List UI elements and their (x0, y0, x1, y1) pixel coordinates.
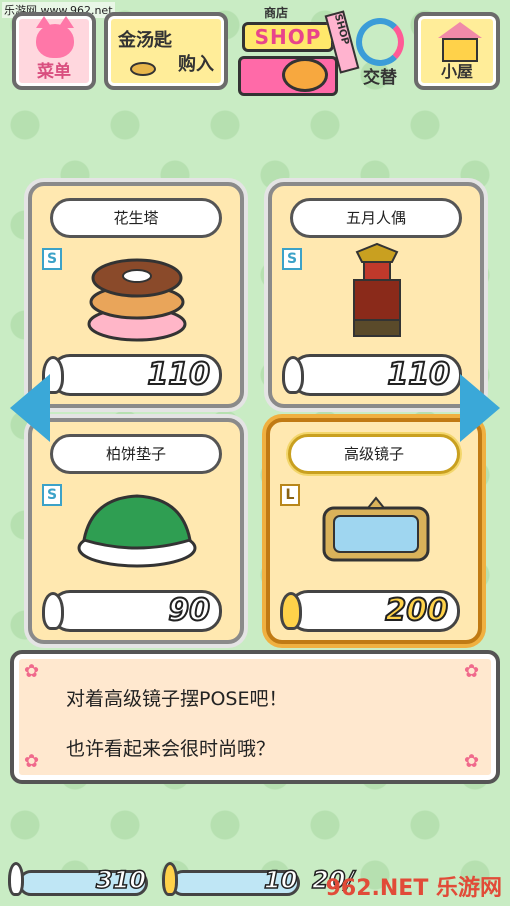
fancy-mirror-icon (322, 496, 430, 562)
shop-item-card[interactable]: 五月人偶 S 110 (268, 182, 484, 408)
item-name: 五月人偶 (290, 198, 462, 238)
menu-button[interactable]: 菜单 (12, 12, 96, 90)
shop-button[interactable]: 商店 SHOP SHOP (232, 2, 360, 98)
swap-arrows-icon (356, 18, 404, 66)
size-badge: S (42, 248, 62, 270)
paw-icon: ✿ (24, 661, 40, 682)
donut-tower-icon (87, 258, 187, 342)
size-badge: L (280, 484, 300, 506)
item-name: 柏饼垫子 (50, 434, 222, 474)
item-name: 高级镜子 (288, 434, 460, 474)
size-badge: S (42, 484, 62, 506)
silver-spoon-icon (8, 862, 24, 896)
paw-icon: ✿ (464, 751, 480, 772)
next-page-arrow-icon[interactable] (460, 374, 500, 442)
cat-face-icon (36, 16, 74, 58)
shop-item-card[interactable]: 柏饼垫子 S 90 (28, 418, 244, 644)
hamster-icon (282, 58, 328, 92)
gold-spoon-icon (280, 592, 302, 630)
bottom-bar: 310 10 20/ 962.NET 乐游网 (0, 856, 510, 906)
previous-page-arrow-icon[interactable] (10, 374, 50, 442)
gold-spoon-count: 10 (263, 865, 298, 895)
top-bar: 菜单 金汤匙 购入 商店 SHOP SHOP 交替 小屋 (0, 0, 510, 100)
gold-spoon-icon (130, 62, 156, 76)
shop-item-card[interactable]: 花生塔 S 110 (28, 182, 244, 408)
house-button[interactable]: 小屋 (414, 12, 500, 90)
shop-item-card-selected[interactable]: 高级镜子 L 200 (266, 418, 482, 644)
message-line-1: 对着高级镜子摆POSE吧！ (66, 688, 288, 710)
shop-small-label: 商店 (264, 6, 289, 20)
silver-spoon-icon (42, 592, 64, 630)
paw-icon: ✿ (464, 661, 480, 682)
gold-spoon-icon (162, 862, 178, 896)
house-label: 小屋 (440, 62, 473, 81)
watermark-bottom: 962.NET 乐游网 (325, 876, 502, 901)
silver-spoon-icon (282, 356, 304, 394)
house-roof-icon (438, 22, 482, 38)
switch-button[interactable]: 交替 (352, 14, 408, 94)
gold-spoon-buy-label-2: 购入 (178, 54, 214, 75)
silver-spoon-count: 310 (95, 865, 147, 895)
gold-spoon-buy-button[interactable]: 金汤匙 购入 (104, 12, 228, 90)
item-price: 110 (386, 356, 451, 393)
paw-icon: ✿ (24, 751, 40, 772)
samurai-doll-icon (353, 242, 401, 337)
item-price: 200 (384, 592, 449, 629)
menu-label: 菜单 (37, 62, 71, 82)
item-name: 花生塔 (50, 198, 222, 238)
size-badge: S (282, 248, 302, 270)
shop-sign: SHOP (242, 22, 334, 52)
switch-label: 交替 (363, 68, 397, 88)
item-price: 110 (146, 356, 211, 393)
leaf-cushion-icon (77, 494, 197, 568)
gold-spoon-buy-label-1: 金汤匙 (118, 30, 172, 51)
message-line-2: 也许看起来会很时尚哦？ (66, 738, 276, 760)
item-price: 90 (167, 592, 211, 629)
message-box: ✿ ✿ ✿ ✿ 对着高级镜子摆POSE吧！ 也许看起来会很时尚哦？ (10, 650, 500, 784)
